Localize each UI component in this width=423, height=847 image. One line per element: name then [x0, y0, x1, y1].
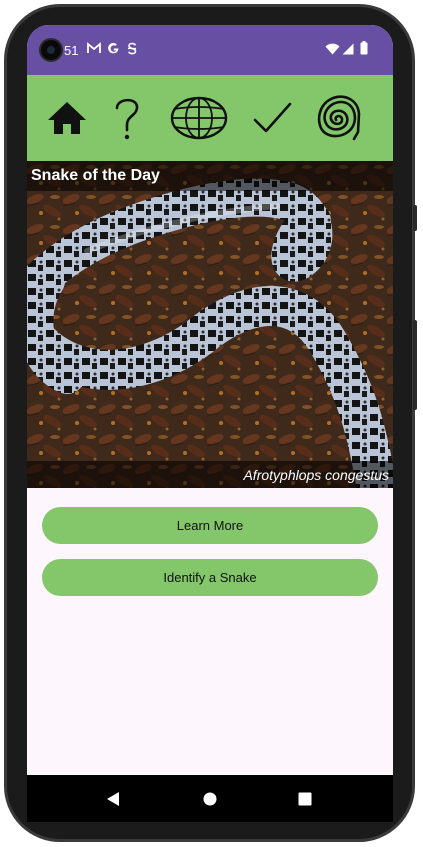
wifi-icon: [325, 43, 340, 58]
learn-more-button[interactable]: Learn More: [42, 507, 378, 544]
home-nav-icon[interactable]: [203, 792, 217, 811]
status-time: 51: [64, 43, 79, 58]
question-icon: [115, 98, 139, 140]
volume-button: [413, 320, 417, 410]
identify-snake-button[interactable]: Identify a Snake: [42, 559, 378, 596]
battery-icon: [360, 41, 368, 58]
globe-icon: [170, 96, 228, 140]
front-camera: [39, 38, 63, 62]
recents-icon[interactable]: [298, 792, 312, 811]
spiral-icon: [317, 95, 361, 141]
signal-icon: [342, 43, 354, 58]
nav-check-button[interactable]: [249, 75, 295, 161]
google-icon: [107, 42, 120, 58]
app-screen: 51 Snake of the Day Afrotyphlops congest…: [27, 25, 393, 822]
top-navigation-bar: [27, 75, 393, 161]
nav-map-button[interactable]: [168, 75, 230, 161]
system-navigation-bar: [27, 775, 393, 822]
nav-snake-button[interactable]: [310, 75, 366, 161]
snake-of-the-day-card[interactable]: Snake of the Day Afrotyphlops congestus: [27, 161, 393, 488]
hero-title: Snake of the Day: [31, 167, 160, 184]
species-caption: Afrotyphlops congestus: [243, 467, 389, 483]
s-icon: [126, 42, 138, 58]
snake-photo: [27, 161, 393, 488]
check-icon: [253, 102, 292, 133]
nav-help-button[interactable]: [107, 75, 147, 161]
home-icon: [48, 102, 86, 134]
gmail-icon: [87, 42, 101, 57]
status-bar: 51: [27, 25, 393, 75]
nav-home-button[interactable]: [41, 75, 93, 161]
power-button: [413, 205, 417, 231]
back-icon[interactable]: [106, 791, 120, 812]
